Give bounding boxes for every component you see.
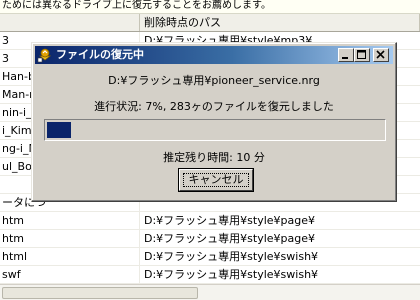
column-header-deleted-path[interactable]: 削除時点のパス bbox=[140, 14, 420, 31]
remaining-time-text: 推定残り時間: 10 分 bbox=[163, 151, 265, 164]
dialog-titlebar[interactable]: ファイルの復元中 bbox=[35, 46, 393, 64]
list-row-path: D:¥フラッシュ専用¥style¥page¥ bbox=[144, 232, 316, 245]
recycle-restore-icon bbox=[37, 47, 53, 63]
restore-progress-dialog: ファイルの復元中 D:¥フラッシュ専用¥pioneer_service.nrg … bbox=[31, 42, 397, 202]
list-row-name: htm bbox=[2, 232, 24, 245]
list-row-name: html bbox=[2, 250, 28, 263]
list-row-name: htm bbox=[2, 214, 24, 227]
progress-bar bbox=[44, 119, 386, 141]
cancel-button[interactable]: キャンセル bbox=[179, 169, 253, 191]
dialog-title: ファイルの復元中 bbox=[56, 48, 144, 61]
current-file-path: D:¥フラッシュ専用¥pioneer_service.nrg bbox=[108, 74, 320, 87]
maximize-icon bbox=[357, 50, 366, 59]
list-row[interactable]: htm D:¥フラッシュ専用¥style¥page¥ bbox=[0, 230, 420, 248]
list-row-path: D:¥フラッシュ専用¥style¥swish¥ bbox=[144, 268, 319, 281]
list-row-path: D:¥フラッシュ専用¥style¥swish¥ bbox=[144, 250, 319, 263]
list-row[interactable]: html D:¥フラッシュ専用¥style¥swish¥ bbox=[0, 248, 420, 266]
list-row-name: swf bbox=[2, 268, 21, 281]
maximize-button[interactable] bbox=[354, 48, 370, 62]
column-header-name[interactable] bbox=[0, 14, 140, 31]
scrollbar-thumb[interactable] bbox=[2, 287, 198, 299]
list-row[interactable]: htm D:¥フラッシュ専用¥style¥page¥ bbox=[0, 212, 420, 230]
list-row[interactable]: swf D:¥フラッシュ専用¥style¥swish¥ bbox=[0, 266, 420, 284]
progress-status-text: 進行状況: 7%, 283ヶのファイルを復元しました bbox=[94, 100, 334, 113]
minimize-icon bbox=[342, 57, 348, 59]
horizontal-scrollbar[interactable] bbox=[0, 284, 420, 300]
info-banner: ためには異なるドライブ上に復元することをお薦めします。 bbox=[0, 0, 420, 14]
focus-rectangle bbox=[183, 173, 249, 187]
close-icon bbox=[376, 50, 385, 59]
list-header: 削除時点のパス bbox=[0, 14, 420, 32]
info-banner-text: ためには異なるドライブ上に復元することをお薦めします。 bbox=[2, 0, 271, 11]
minimize-button[interactable] bbox=[338, 48, 354, 62]
list-row-path: D:¥フラッシュ専用¥style¥page¥ bbox=[144, 214, 316, 227]
close-button[interactable] bbox=[373, 48, 389, 62]
progress-bar-fill bbox=[47, 122, 71, 138]
